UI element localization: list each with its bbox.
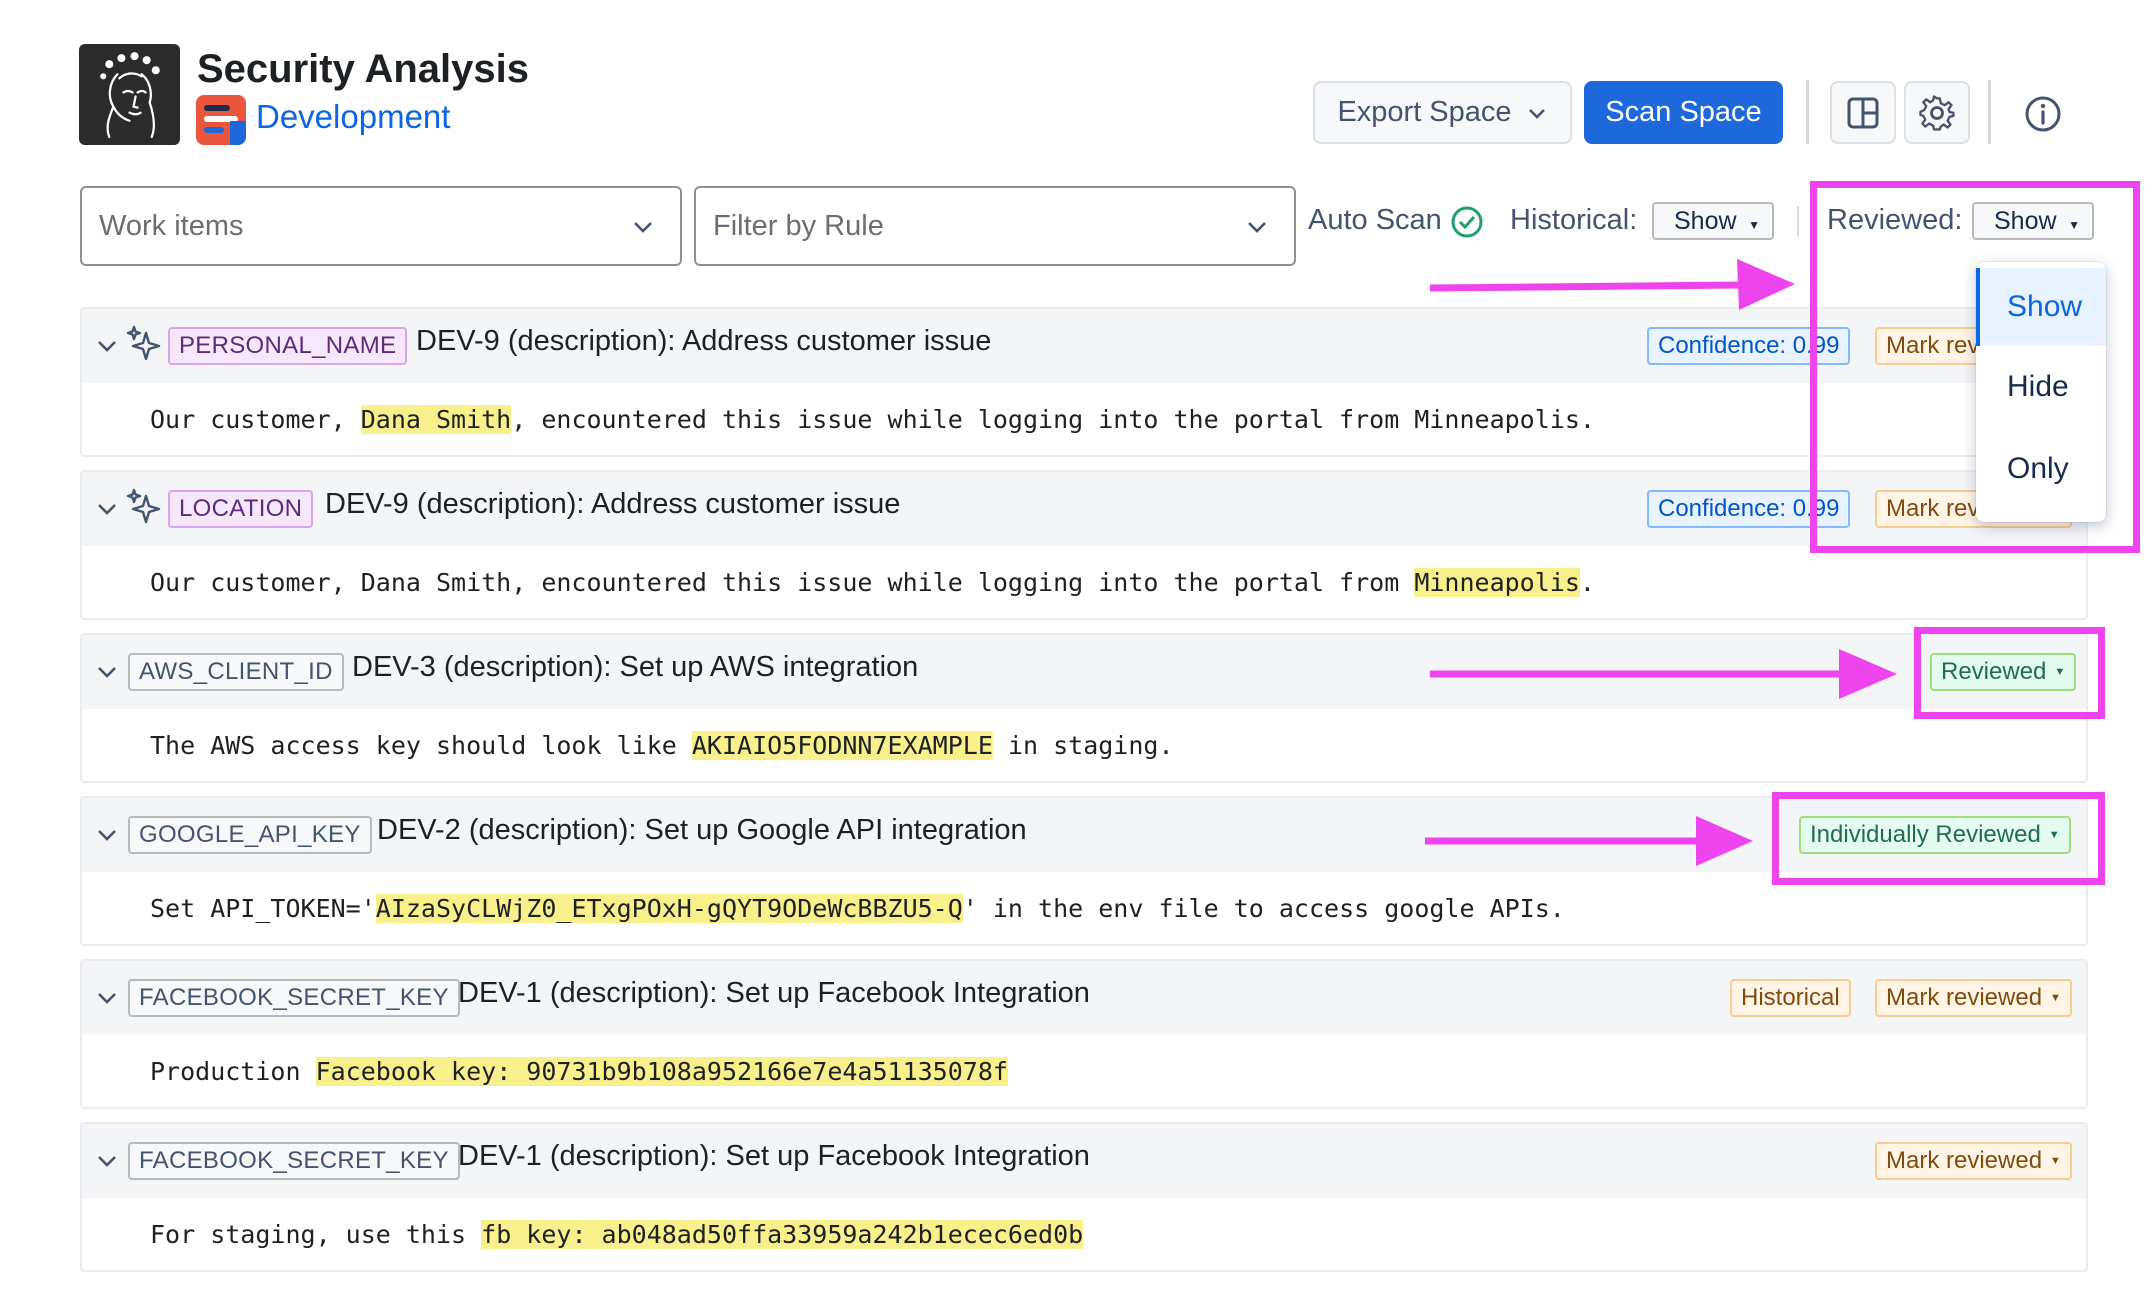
finding-card: FACEBOOK_SECRET_KEY DEV-1 (description):… <box>80 1122 2088 1272</box>
finding-header[interactable]: LOCATION DEV-9 (description): Address cu… <box>82 472 2086 546</box>
snippet-text: , encountered this issue while logging i… <box>511 405 1595 434</box>
work-items-select[interactable]: Work items <box>80 186 682 266</box>
mark-reviewed-label: Mark reviewed <box>1886 984 2043 1011</box>
space-link[interactable]: Development <box>256 98 450 136</box>
rule-tag: FACEBOOK_SECRET_KEY <box>128 979 460 1017</box>
finding-title: DEV-2 (description): Set up Google API i… <box>377 814 1027 846</box>
chevron-down-icon[interactable] <box>96 987 118 1009</box>
finding-header[interactable]: FACEBOOK_SECRET_KEY DEV-1 (description):… <box>82 961 2086 1035</box>
annotation-arrow <box>1430 649 1897 699</box>
annotation-arrow <box>1425 816 1753 866</box>
finding-title: DEV-3 (description): Set up AWS integrat… <box>352 651 919 683</box>
layout-toggle-button[interactable] <box>1830 81 1896 144</box>
filter-divider <box>1797 206 1799 236</box>
finding-snippet: Our customer, Dana Smith, encountered th… <box>150 405 1595 434</box>
finding-snippet: Production Facebook key: 90731b9b108a952… <box>150 1057 1008 1086</box>
highlighted-secret: Dana Smith <box>360 405 512 434</box>
finding-card: LOCATION DEV-9 (description): Address cu… <box>80 470 2088 620</box>
snippet-text: The AWS access key should look like <box>150 731 692 760</box>
export-space-button[interactable]: Export Space <box>1313 81 1572 144</box>
info-icon[interactable] <box>2023 94 2063 134</box>
snippet-text: Production <box>150 1057 316 1086</box>
snippet-text: in staging. <box>992 731 1174 760</box>
finding-snippet: Set API_TOKEN='AIzaSyCLWjZ0_ETxgPOxH-gQY… <box>150 894 1565 923</box>
mark-reviewed-label: Mark reviewed <box>1886 1147 2043 1174</box>
finding-title: DEV-9 (description): Address customer is… <box>416 325 992 357</box>
snippet-text: Our customer, <box>150 405 361 434</box>
app-logo <box>79 44 180 145</box>
finding-card: PERSONAL_NAME DEV-9 (description): Addre… <box>80 307 2088 457</box>
rule-tag: FACEBOOK_SECRET_KEY <box>128 1142 460 1180</box>
snippet-text: Our customer, Dana Smith, encountered th… <box>150 568 1415 597</box>
chevron-down-icon <box>1528 108 1545 119</box>
chevron-down-icon[interactable] <box>96 335 118 357</box>
gear-icon <box>1919 94 1955 131</box>
historical-badge: Historical <box>1730 979 1851 1017</box>
highlighted-secret: AIzaSyCLWjZ0_ETxgPOxH-gQYT9ODeWcBBZU5-Q <box>375 894 963 923</box>
mark-reviewed-dropdown[interactable]: Mark reviewed ▼ <box>1875 1142 2072 1180</box>
face-logo-icon <box>100 52 160 139</box>
finding-header[interactable]: FACEBOOK_SECRET_KEY DEV-1 (description):… <box>82 1124 2086 1198</box>
check-circle-icon[interactable] <box>1450 205 1484 239</box>
finding-title: DEV-1 (description): Set up Facebook Int… <box>458 1140 1090 1172</box>
highlighted-secret: AKIAIO5FODNN7EXAMPLE <box>691 731 993 760</box>
space-icon <box>196 95 246 145</box>
caret-down-icon: ▼ <box>2050 992 2061 1004</box>
historical-select[interactable]: Show ▼ <box>1652 202 1774 240</box>
rule-tag: PERSONAL_NAME <box>168 327 408 365</box>
snippet-text: For staging, use this <box>150 1220 482 1249</box>
finding-card: FACEBOOK_SECRET_KEY DEV-1 (description):… <box>80 959 2088 1109</box>
chevron-down-icon <box>1248 222 1266 233</box>
annotation-box <box>1914 627 2105 719</box>
panel-layout-icon <box>1847 97 1879 128</box>
chevron-down-icon[interactable] <box>96 824 118 846</box>
finding-header[interactable]: PERSONAL_NAME DEV-9 (description): Addre… <box>82 309 2086 383</box>
rule-tag: LOCATION <box>168 490 314 528</box>
finding-title: DEV-1 (description): Set up Facebook Int… <box>458 977 1090 1009</box>
auto-scan-label: Auto Scan <box>1308 204 1442 236</box>
finding-snippet: The AWS access key should look like AKIA… <box>150 731 1174 760</box>
chevron-down-icon[interactable] <box>96 1150 118 1172</box>
caret-down-icon: ▼ <box>2050 1155 2061 1167</box>
mark-reviewed-dropdown[interactable]: Mark reviewed ▼ <box>1875 979 2072 1017</box>
caret-down-icon: ▼ <box>1748 218 1760 232</box>
ai-sparkle-icon <box>126 325 161 361</box>
finding-snippet: Our customer, Dana Smith, encountered th… <box>150 568 1595 597</box>
toolbar-divider <box>1806 80 1809 144</box>
snippet-text: Set API_TOKEN=' <box>150 894 376 923</box>
settings-button[interactable] <box>1904 81 1970 144</box>
chevron-down-icon <box>634 222 652 233</box>
annotation-arrow <box>1429 259 1795 310</box>
highlighted-secret: fb key: ab048ad50ffa33959a242b1ecec6ed0b <box>481 1220 1084 1249</box>
annotation-box <box>1772 792 2105 885</box>
historical-value: Show <box>1674 206 1737 235</box>
annotation-box <box>1810 181 2140 553</box>
chevron-down-icon[interactable] <box>96 498 118 520</box>
snippet-text: . <box>1579 568 1595 597</box>
rule-tag: GOOGLE_API_KEY <box>128 816 372 854</box>
rule-filter-select[interactable]: Filter by Rule <box>694 186 1296 266</box>
finding-snippet: For staging, use this fb key: ab048ad50f… <box>150 1220 1084 1249</box>
page-title: Security Analysis <box>197 47 530 91</box>
rule-tag: AWS_CLIENT_ID <box>128 653 344 691</box>
historical-label: Historical: <box>1510 204 1638 236</box>
chevron-down-icon[interactable] <box>96 661 118 683</box>
highlighted-secret: Minneapolis <box>1414 568 1580 597</box>
toolbar-divider <box>1988 80 1991 144</box>
rule-filter-placeholder: Filter by Rule <box>713 209 884 242</box>
work-items-placeholder: Work items <box>99 209 244 242</box>
highlighted-secret: Facebook key: 90731b9b108a952166e7e4a511… <box>315 1057 1008 1086</box>
scan-space-button[interactable]: Scan Space <box>1584 81 1783 144</box>
ai-sparkle-icon <box>126 488 161 524</box>
snippet-text: ' in the env file to access google APIs. <box>962 894 1565 923</box>
export-space-label: Export Space <box>1337 96 1512 128</box>
finding-title: DEV-9 (description): Address customer is… <box>325 488 901 520</box>
